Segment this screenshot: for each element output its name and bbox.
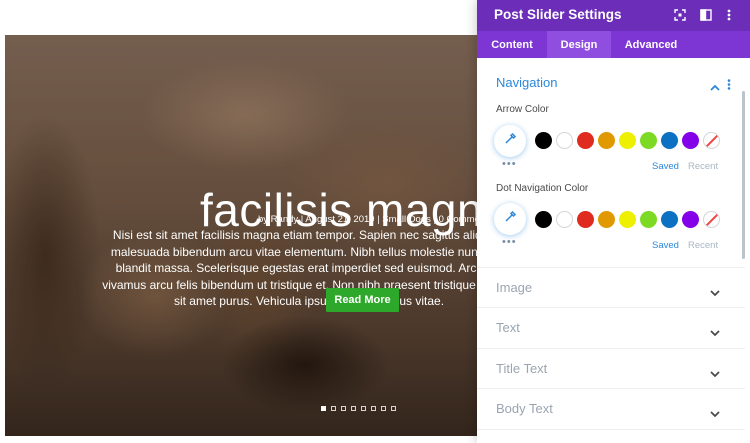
tab-content[interactable]: Content: [477, 31, 547, 58]
settings-panel: Post Slider Settings Content Design Adva…: [477, 0, 750, 443]
swatch-red[interactable]: [577, 132, 594, 149]
slider-dot[interactable]: [351, 406, 356, 411]
recent-colors-link[interactable]: Recent: [688, 240, 718, 251]
section-divider: [477, 388, 745, 389]
swatch-green[interactable]: [640, 211, 657, 228]
swatch-red[interactable]: [577, 211, 594, 228]
dot-navigation-color-picker-button[interactable]: [494, 203, 526, 235]
section-divider: [477, 307, 745, 308]
slider-dot[interactable]: [371, 406, 376, 411]
more-colors-icon[interactable]: •••: [502, 236, 517, 248]
dot-navigation-color-swatches: [535, 211, 720, 228]
slide-meta: by Randy | August 21, 2019 | Small Dogs …: [258, 214, 485, 225]
swatch-purple[interactable]: [682, 211, 699, 228]
slide-excerpt: Nisi est sit amet facilisis magna etiam …: [102, 228, 485, 308]
chevron-down-icon[interactable]: [710, 365, 720, 383]
swatch-white[interactable]: [556, 132, 573, 149]
eyedropper-icon: [504, 210, 517, 228]
slider-dot[interactable]: [391, 406, 396, 411]
chevron-down-icon[interactable]: [710, 405, 720, 423]
post-slider[interactable]: facilisis magna by Randy | August 21, 20…: [5, 35, 485, 436]
panel-header[interactable]: Post Slider Settings: [477, 0, 750, 31]
arrow-color-picker-button[interactable]: [494, 125, 526, 157]
slider-dot-navigation: [321, 406, 396, 411]
swatch-purple[interactable]: [682, 132, 699, 149]
section-title-text-title[interactable]: Title Text: [496, 361, 547, 376]
swatch-black[interactable]: [535, 211, 552, 228]
section-divider: [477, 348, 745, 349]
slider-dot[interactable]: [331, 406, 336, 411]
chevron-up-icon[interactable]: [710, 78, 720, 96]
eyedropper-icon: [504, 132, 517, 150]
section-body-text-title[interactable]: Body Text: [496, 401, 553, 416]
chevron-down-icon[interactable]: [710, 284, 720, 302]
split-view-icon[interactable]: [699, 8, 713, 22]
chevron-down-icon[interactable]: [710, 324, 720, 342]
slider-dot[interactable]: [361, 406, 366, 411]
tab-advanced[interactable]: Advanced: [611, 31, 691, 58]
swatch-no-color-icon[interactable]: [703, 211, 720, 228]
section-text-title[interactable]: Text: [496, 320, 520, 335]
panel-title: Post Slider Settings: [494, 7, 622, 22]
arrow-color-label: Arrow Color: [496, 104, 549, 115]
slider-dot[interactable]: [341, 406, 346, 411]
section-divider: [477, 267, 745, 268]
section-image-title[interactable]: Image: [496, 280, 532, 295]
tab-design[interactable]: Design: [547, 31, 611, 58]
section-options-icon[interactable]: [727, 77, 731, 95]
swatch-blue[interactable]: [661, 132, 678, 149]
slider-dot[interactable]: [321, 406, 326, 411]
settings-tabs: Content Design Advanced: [477, 31, 750, 58]
more-options-icon[interactable]: [722, 8, 736, 22]
more-colors-icon[interactable]: •••: [502, 158, 517, 170]
dot-navigation-color-label: Dot Navigation Color: [496, 183, 589, 194]
section-navigation-title[interactable]: Navigation: [496, 75, 557, 90]
saved-colors-link[interactable]: Saved: [652, 161, 679, 172]
fullscreen-icon[interactable]: [673, 8, 687, 22]
saved-colors-link[interactable]: Saved: [652, 240, 679, 251]
swatch-black[interactable]: [535, 132, 552, 149]
section-divider: [477, 429, 745, 430]
swatch-no-color-icon[interactable]: [703, 132, 720, 149]
arrow-color-swatches: [535, 132, 720, 149]
swatch-yellow[interactable]: [619, 132, 636, 149]
swatch-white[interactable]: [556, 211, 573, 228]
slider-dot[interactable]: [381, 406, 386, 411]
swatch-yellow[interactable]: [619, 211, 636, 228]
swatch-orange[interactable]: [598, 211, 615, 228]
recent-colors-link[interactable]: Recent: [688, 161, 718, 172]
swatch-orange[interactable]: [598, 132, 615, 149]
swatch-green[interactable]: [640, 132, 657, 149]
panel-scrollbar[interactable]: [742, 91, 745, 259]
read-more-button[interactable]: Read More: [326, 288, 399, 312]
swatch-blue[interactable]: [661, 211, 678, 228]
